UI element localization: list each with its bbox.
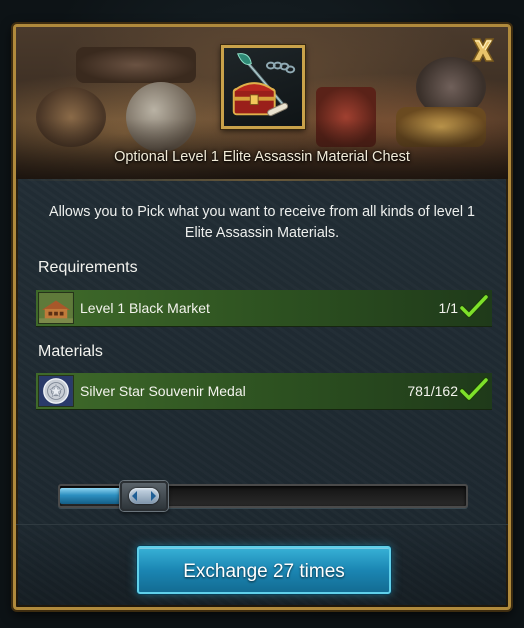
slider-handle[interactable] <box>120 481 168 511</box>
requirement-row: Level 1 Black Market 1/1 <box>36 290 492 327</box>
material-label: Silver Star Souvenir Medal <box>80 383 246 399</box>
silver-medal-icon <box>38 375 74 407</box>
banner-decor-shelf <box>76 47 196 83</box>
checkmark-icon <box>460 294 488 320</box>
exchange-button-label: Exchange 27 times <box>183 561 345 582</box>
exchange-dialog: Optional Level 1 Elite Assassin Material… <box>13 24 511 610</box>
slider-fill <box>60 488 124 504</box>
left-right-arrows-icon <box>132 491 156 501</box>
treasure-chest-icon <box>221 45 305 129</box>
divider <box>16 179 508 181</box>
chest-title: Optional Level 1 Elite Assassin Material… <box>114 149 410 165</box>
material-row: Silver Star Souvenir Medal 781/162 <box>36 373 492 410</box>
material-count: 781/162 <box>407 383 458 399</box>
quantity-slider[interactable] <box>58 481 468 511</box>
market-building-icon <box>38 292 74 324</box>
exchange-button[interactable]: Exchange 27 times <box>137 546 391 594</box>
materials-heading: Materials <box>38 343 103 360</box>
requirement-label: Level 1 Black Market <box>80 300 210 316</box>
item-description: Allows you to Pick what you want to rece… <box>49 204 475 241</box>
checkmark-icon <box>460 377 488 403</box>
requirement-count: 1/1 <box>438 300 458 316</box>
close-x-icon[interactable] <box>468 35 498 65</box>
requirements-heading: Requirements <box>38 259 138 276</box>
header-banner: Optional Level 1 Elite Assassin Material… <box>16 27 508 179</box>
